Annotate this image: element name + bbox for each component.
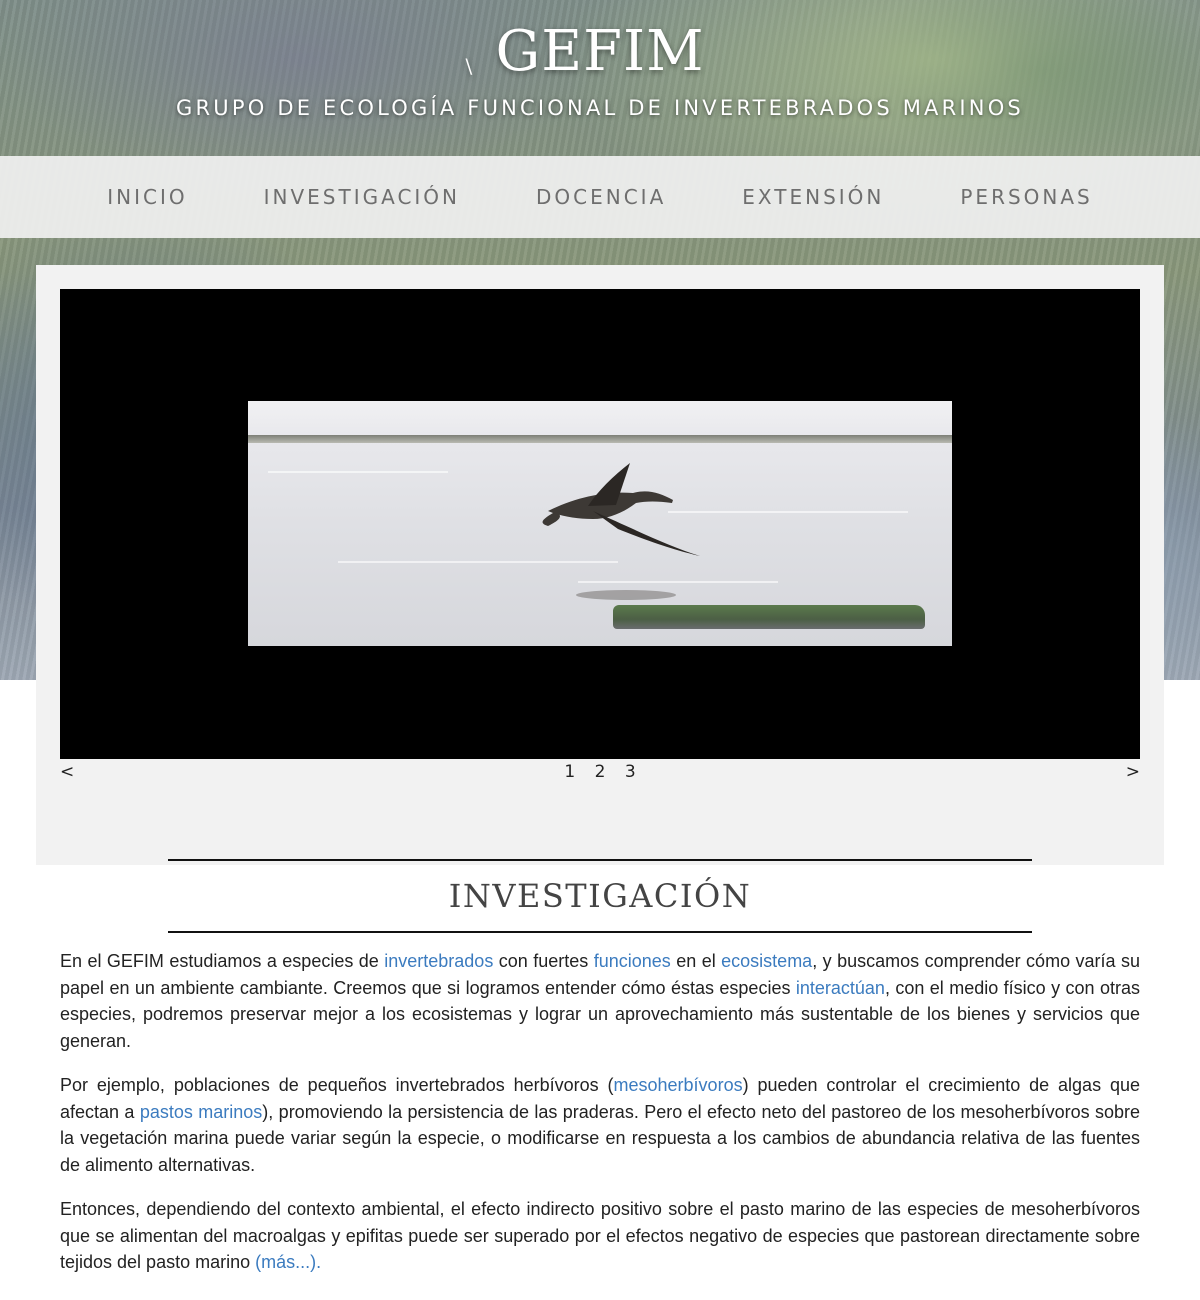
link-ecosistema[interactable]: ecosistema (721, 951, 812, 971)
main-navigation: INICIO INVESTIGACIÓN DOCENCIA EXTENSIÓN … (0, 156, 1200, 238)
slider-controls: < 1 2 3 > (60, 762, 1140, 784)
link-invertebrados[interactable]: invertebrados (384, 951, 493, 971)
paragraph-text: Entonces, dependiendo del contexto ambie… (60, 1199, 1140, 1272)
paragraph-1: En el GEFIM estudiamos a especies de inv… (60, 948, 1140, 1054)
section-title: INVESTIGACIÓN (448, 877, 752, 915)
paragraph-text: En el GEFIM estudiamos a especies de (60, 951, 385, 971)
section-header: INVESTIGACIÓN (168, 859, 1032, 933)
slide-image-pelican (248, 401, 952, 646)
site-header: \ GEFIM GRUPO DE ECOLOGÍA FUNCIONAL DE I… (0, 18, 1200, 120)
logo-mark-icon: \ (465, 54, 474, 78)
paragraph-3: Entonces, dependiendo del contexto ambie… (60, 1196, 1140, 1276)
paragraph-text: Por ejemplo, poblaciones de pequeños inv… (60, 1075, 614, 1095)
nav-item-docencia[interactable]: DOCENCIA (536, 185, 666, 209)
link-pastos-marinos[interactable]: pastos marinos (140, 1102, 262, 1122)
slide-mudflat (613, 605, 925, 629)
slider-page-2[interactable]: 2 (595, 762, 606, 782)
site-logo-text: GEFIM (495, 19, 705, 84)
link-funciones[interactable]: funciones (594, 951, 671, 971)
link-mesoherbivoros[interactable]: mesoherbívoros (614, 1075, 743, 1095)
link-interactuan[interactable]: interactúan (796, 978, 885, 998)
nav-item-personas[interactable]: PERSONAS (960, 185, 1092, 209)
nav-item-inicio[interactable]: INICIO (107, 185, 187, 209)
paragraph-text: en el (670, 951, 722, 971)
slider-pagination: 1 2 3 (60, 762, 1140, 782)
site-subtitle: GRUPO DE ECOLOGÍA FUNCIONAL DE INVERTEBR… (176, 96, 1024, 120)
paragraph-2: Por ejemplo, poblaciones de pequeños inv… (60, 1072, 1140, 1178)
slider-page-1[interactable]: 1 (564, 762, 575, 782)
link-mas[interactable]: (más...). (255, 1252, 321, 1272)
slider-page-3[interactable]: 3 (625, 762, 636, 782)
site-logo[interactable]: \ GEFIM (466, 18, 705, 86)
image-slider (60, 289, 1140, 759)
nav-item-investigacion[interactable]: INVESTIGACIÓN (264, 185, 460, 209)
nav-item-extension[interactable]: EXTENSIÓN (742, 185, 884, 209)
slider-next-button[interactable]: > (1126, 762, 1140, 782)
section-content: En el GEFIM estudiamos a especies de inv… (60, 948, 1140, 1294)
paragraph-text: con fuertes (493, 951, 594, 971)
